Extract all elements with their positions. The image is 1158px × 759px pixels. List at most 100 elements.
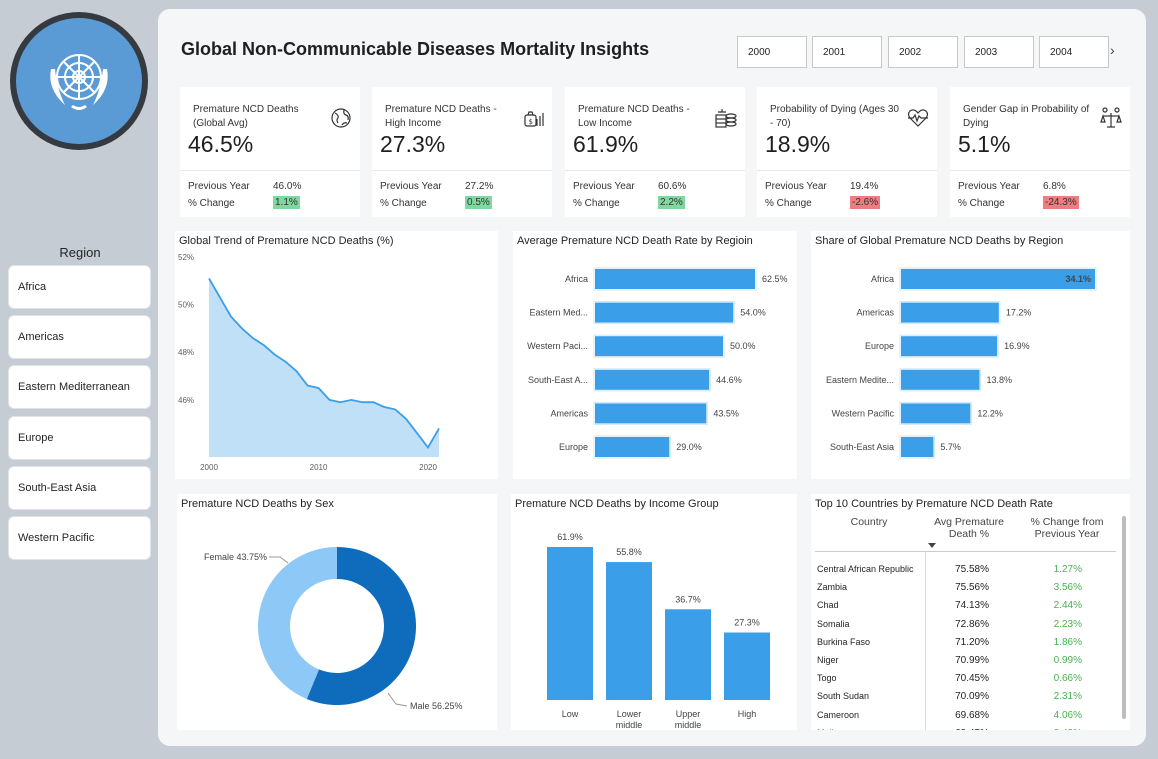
bar (595, 336, 723, 357)
y-tick-label: 52% (178, 253, 194, 262)
avg-death-cell: 74.13% (955, 600, 989, 612)
data-label: 54.0% (740, 308, 766, 318)
kpi-label: Gender Gap in Probability of Dying (963, 104, 1090, 129)
sex-donut-chart[interactable]: Male 56.25% Female 43.75% (177, 494, 497, 730)
data-label: 16.9% (1004, 341, 1030, 351)
category-label: Eastern Med... (529, 308, 588, 318)
slice-label: Female 43.75% (204, 552, 267, 562)
kpi-change-label: % Change (188, 198, 235, 209)
kpi-divider (565, 170, 745, 171)
data-label: 13.8% (987, 375, 1013, 385)
col-header-country[interactable]: Country (833, 516, 905, 528)
change-cell: 4.06% (1053, 709, 1082, 721)
bar (595, 302, 734, 323)
data-label: 62.5% (762, 274, 788, 284)
category-label: Eastern Medite... (826, 375, 894, 385)
kpi-card-high-income: Premature NCD Deaths - High Income $ 27.… (372, 87, 552, 217)
data-label: 55.8% (616, 547, 642, 557)
page-title: Global Non-Communicable Diseases Mortali… (181, 39, 650, 59)
avg-death-cell: 70.09% (955, 691, 989, 703)
year-2000-button[interactable]: 2000 (737, 36, 807, 68)
category-label: Africa (565, 274, 588, 284)
kpi-prev-label: Previous Year (573, 181, 635, 192)
kpi-prev-value: 27.2% (465, 181, 494, 192)
share-chart[interactable]: Africa 34.1% Americas 17.2% Europe 16.9% Easte… (811, 231, 1130, 479)
category-label: middle (675, 720, 702, 730)
un-emblem-icon (16, 18, 142, 144)
country-cell: Zambia (817, 582, 848, 593)
category-label: Western Pacific (832, 408, 895, 418)
change-cell: 1.86% (1053, 636, 1082, 648)
bar (901, 403, 971, 424)
col-header-avg[interactable]: Avg Premature Death % (927, 516, 1011, 540)
bar (665, 609, 711, 700)
kpi-prev-value: 46.0% (273, 181, 302, 192)
bar (595, 403, 707, 424)
trend-chart[interactable]: 52% 50% 48% 46% 2000 2010 2020 (175, 231, 498, 479)
kpi-prev-value: 6.8% (1043, 181, 1066, 192)
y-tick-label: 50% (178, 301, 194, 310)
country-cell: South Sudan (817, 691, 870, 702)
kpi-label: Premature NCD Deaths - High Income (385, 104, 497, 129)
avg-rate-chart[interactable]: Africa 62.5% Eastern Med... 54.0% Western Pa… (513, 231, 797, 479)
data-label: 50.0% (730, 341, 756, 351)
table-row[interactable]: Cameroon 69.68% 4.06% (811, 710, 1111, 728)
region-item-americas[interactable]: Americas (8, 315, 151, 359)
avg-death-cell: 69.68% (955, 709, 989, 721)
region-item-africa[interactable]: Africa (8, 265, 151, 309)
table-row[interactable]: Somalia 72.86% 2.23% (811, 619, 1111, 637)
data-label: 29.0% (676, 442, 702, 452)
sex-chart-panel: Premature NCD Deaths by Sex Male 56.25% F… (177, 494, 497, 730)
year-2003-button[interactable]: 2003 (964, 36, 1034, 68)
table-row[interactable]: Central African Republic 75.58% 1.27% (811, 564, 1111, 582)
gender-scale-icon (1100, 107, 1122, 128)
change-cell: 2.44% (1053, 600, 1082, 612)
col-header-change[interactable]: % Change from Previous Year (1023, 516, 1111, 540)
table-row[interactable]: Niger 70.99% 0.99% (811, 655, 1111, 673)
sort-desc-icon[interactable] (928, 543, 936, 548)
country-cell: Chad (817, 600, 839, 611)
kpi-value: 46.5% (188, 131, 254, 157)
table-row[interactable]: South Sudan 70.09% 2.31% (811, 691, 1111, 709)
country-cell: Niger (817, 655, 839, 665)
data-label: 61.9% (557, 532, 583, 542)
table-row[interactable]: Chad 74.13% 2.44% (811, 600, 1111, 618)
country-cell: Cameroon (817, 709, 860, 720)
region-item-south-east-asia[interactable]: South-East Asia (8, 466, 151, 510)
country-cell: Somalia (817, 618, 850, 629)
bar (901, 369, 980, 390)
table-row[interactable]: Togo 70.45% 0.66% (811, 673, 1111, 691)
table-scrollbar[interactable] (1122, 516, 1126, 719)
svg-text:$: $ (529, 118, 533, 126)
category-label: High (738, 709, 757, 719)
globe-icon (331, 108, 351, 128)
bar (595, 437, 670, 457)
category-label: Americas (856, 308, 894, 318)
x-tick-label: 2000 (200, 463, 218, 472)
leader-line (269, 556, 289, 564)
bar (724, 632, 770, 700)
share-chart-panel: Share of Global Premature NCD Deaths by … (811, 231, 1130, 479)
region-item-europe[interactable]: Europe (8, 416, 151, 460)
table-row[interactable]: Zambia 75.56% 3.56% (811, 582, 1111, 600)
leader-line (387, 692, 408, 707)
change-cell: 1.27% (1053, 564, 1082, 575)
year-2001-button[interactable]: 2001 (812, 36, 882, 68)
table-row[interactable]: Mali 69.45% 2.42% (811, 728, 1111, 730)
coins-icon (715, 109, 737, 128)
region-item-western-pacific[interactable]: Western Pacific (8, 516, 151, 560)
kpi-change-label: % Change (958, 198, 1005, 209)
kpi-card-probability: Probability of Dying (Ages 30 - 70) 18.9… (757, 87, 937, 217)
table-row[interactable]: Burkina Faso 71.20% 1.86% (811, 637, 1111, 655)
chevron-right-icon[interactable]: › (1110, 42, 1115, 58)
region-item-eastern-mediterranean[interactable]: Eastern Mediterranean (8, 365, 151, 409)
category-label: Upper (676, 709, 701, 719)
category-label: Low (562, 709, 579, 719)
year-2004-button[interactable]: 2004 (1039, 36, 1109, 68)
bar (901, 437, 934, 457)
country-cell: Mali (817, 728, 834, 730)
category-label: South-East A... (528, 375, 588, 385)
year-2002-button[interactable]: 2002 (888, 36, 958, 68)
bar (595, 269, 755, 289)
income-chart[interactable]: 61.9%Low55.8%Lowermiddle36.7%Uppermiddle… (511, 494, 797, 730)
